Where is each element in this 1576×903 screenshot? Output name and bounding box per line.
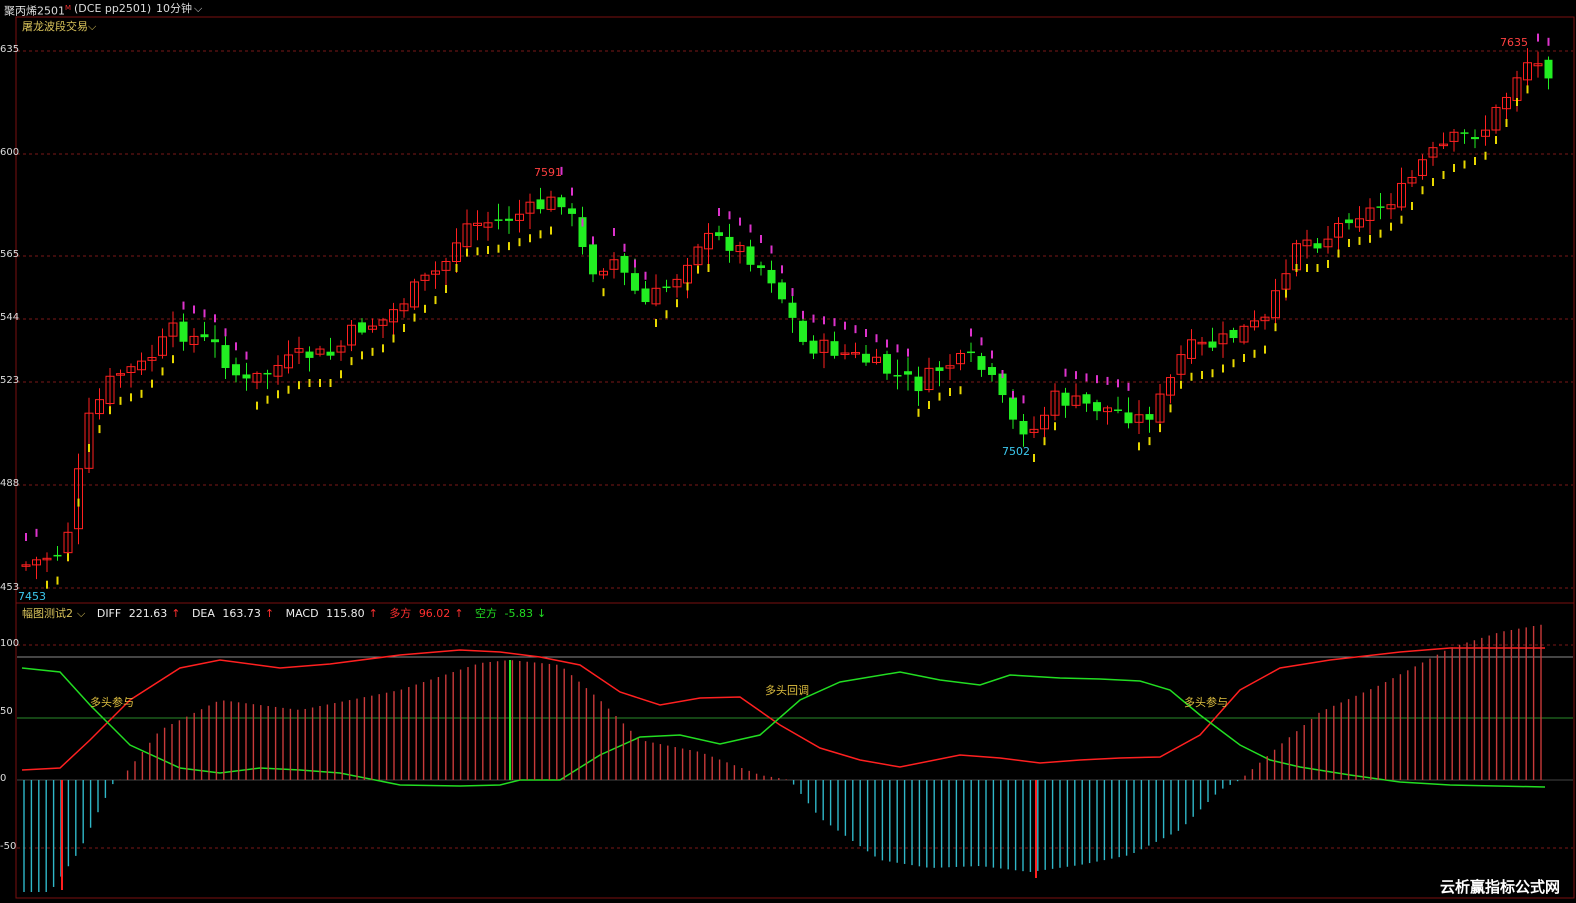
candle-body bbox=[358, 322, 366, 333]
candle-body bbox=[1124, 412, 1133, 424]
candle-body bbox=[221, 345, 230, 369]
y-axis-label: 635 bbox=[0, 44, 20, 55]
candle-body bbox=[1229, 329, 1238, 339]
candle-body bbox=[305, 351, 314, 358]
candle-body bbox=[494, 219, 503, 221]
sub-indicator-selector[interactable]: 幅图测试2 ⌵ bbox=[22, 607, 89, 620]
dea-readout: DEA 163.73 ↑ bbox=[191, 607, 275, 620]
candle-body bbox=[715, 232, 723, 236]
short-readout: 空方 -5.83 ↓ bbox=[475, 607, 547, 620]
chevron-down-icon[interactable]: ⌵ bbox=[88, 20, 96, 33]
long-readout: 多方 96.02 ↑ bbox=[389, 607, 464, 620]
candle-body bbox=[1093, 402, 1101, 412]
candle-body bbox=[662, 286, 671, 289]
main-gridlines bbox=[17, 50, 1573, 589]
macd-readout: MACD 115.80 ↑ bbox=[285, 607, 378, 620]
candle-body bbox=[232, 364, 240, 376]
candle-body bbox=[242, 374, 251, 379]
diff-readout: DIFF 221.63 ↑ bbox=[96, 607, 181, 620]
candle-body bbox=[326, 351, 335, 356]
candle-body bbox=[536, 199, 545, 210]
signal-label-2: 多头回调 bbox=[765, 683, 809, 697]
start-low-label: 7453 bbox=[18, 590, 46, 603]
candle-body bbox=[1009, 397, 1017, 420]
candle-body bbox=[557, 197, 566, 208]
candle-body bbox=[788, 302, 797, 318]
low-label-1: 7502 bbox=[1002, 445, 1030, 458]
sub-y-axis-label: 100 bbox=[0, 638, 20, 649]
candle-body bbox=[914, 376, 923, 392]
candle-body bbox=[1061, 392, 1070, 406]
sub-y-axis-label: 0 bbox=[0, 773, 7, 784]
y-axis-label: 488 bbox=[0, 478, 20, 489]
signal-label-3: 多头参与 bbox=[1184, 695, 1228, 709]
main-indicator-name: 屠龙波段交易 bbox=[22, 20, 88, 33]
candle-body bbox=[988, 367, 996, 375]
high-label-1: 7591 bbox=[534, 166, 562, 179]
high-label-2: 7635 bbox=[1500, 36, 1528, 49]
candle-body bbox=[641, 288, 650, 303]
candle-body bbox=[1208, 341, 1217, 348]
candle-body bbox=[799, 320, 807, 342]
candle-body bbox=[1145, 414, 1154, 420]
candle-body bbox=[589, 244, 597, 275]
sub-gridlines bbox=[17, 644, 1573, 849]
candle-body bbox=[1313, 243, 1322, 249]
candle-body bbox=[1460, 132, 1469, 134]
candle-body bbox=[1019, 420, 1028, 435]
sub-y-axis-label: 50 bbox=[0, 706, 13, 717]
candle-body bbox=[505, 218, 513, 221]
candle-body bbox=[935, 367, 944, 371]
candle-body bbox=[631, 273, 639, 291]
candle-body bbox=[757, 265, 765, 269]
red-signal-line bbox=[21, 647, 1545, 771]
y-axis-label: 565 bbox=[0, 249, 20, 260]
candle-body bbox=[1376, 206, 1385, 208]
candle-body bbox=[725, 236, 734, 251]
candle-body bbox=[211, 339, 219, 343]
candle-body bbox=[904, 371, 912, 375]
y-axis-label: 600 bbox=[0, 147, 20, 158]
candle-body bbox=[778, 282, 786, 300]
candle-body bbox=[1544, 59, 1553, 79]
y-axis-label: 453 bbox=[0, 582, 20, 593]
candle-body bbox=[1471, 137, 1479, 140]
candlestick-layer bbox=[21, 33, 1553, 589]
candle-body bbox=[568, 208, 576, 214]
candle-body bbox=[767, 269, 776, 284]
candle-body bbox=[809, 340, 818, 354]
main-indicator-selector[interactable]: 屠龙波段交易⌵ bbox=[22, 18, 96, 34]
candle-body bbox=[883, 354, 891, 374]
candle-body bbox=[620, 255, 629, 273]
chevron-down-icon[interactable]: ⌵ bbox=[77, 607, 85, 620]
candle-body bbox=[830, 341, 839, 356]
candle-body bbox=[746, 246, 755, 265]
y-axis-label: 544 bbox=[0, 312, 20, 323]
candle-body bbox=[967, 351, 975, 354]
candle-body bbox=[977, 356, 986, 370]
candle-body bbox=[179, 321, 188, 342]
candle-body bbox=[862, 353, 870, 363]
candle-body bbox=[1345, 219, 1353, 224]
candle-body bbox=[893, 375, 902, 377]
sub-indicator-readout: 幅图测试2 ⌵ DIFF 221.63 ↑ DEA 163.73 ↑ MACD 115… bbox=[22, 605, 554, 621]
watermark: 云析赢指标公式网 bbox=[1439, 878, 1560, 896]
candle-body bbox=[200, 334, 209, 338]
candle-body bbox=[1082, 394, 1091, 404]
chart-canvas[interactable]: 7591 7502 7635 7453 多头参与 多头回调 多头参与 bbox=[0, 0, 1576, 903]
sub-panel-frame bbox=[15, 602, 1575, 899]
candle-body bbox=[263, 372, 272, 375]
sub-y-axis-label: -50 bbox=[0, 841, 17, 852]
oscillator-layer bbox=[21, 624, 1546, 892]
candle-body bbox=[1114, 409, 1122, 411]
y-axis-label: 523 bbox=[0, 375, 20, 386]
signal-label-1: 多头参与 bbox=[90, 695, 134, 709]
candle-body bbox=[53, 554, 62, 557]
